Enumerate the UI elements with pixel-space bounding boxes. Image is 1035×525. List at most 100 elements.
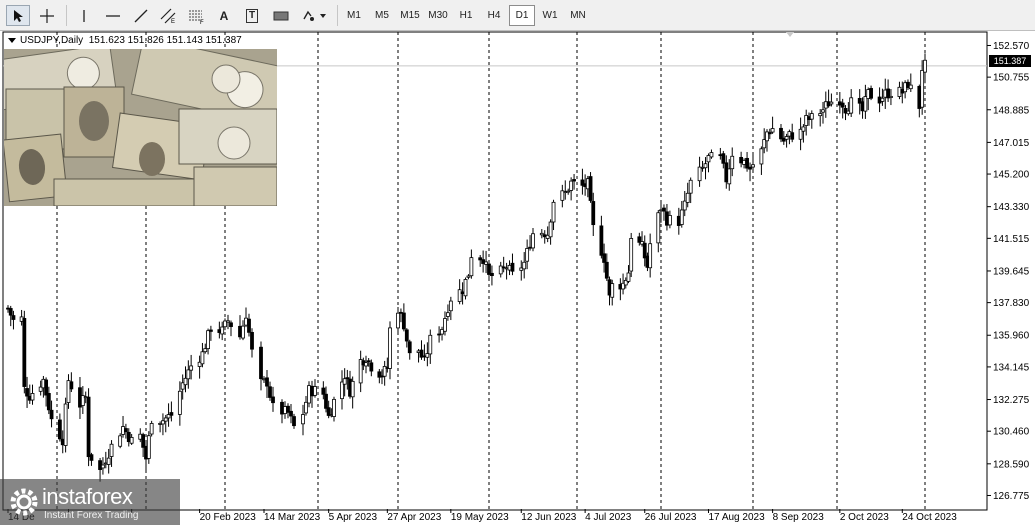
timeframe-d1-button[interactable]: D1 xyxy=(509,5,535,26)
text-button[interactable]: A xyxy=(213,5,235,26)
candle-body xyxy=(146,435,151,459)
equidistant-channel-icon: E xyxy=(160,8,176,24)
timeframe-m5-button[interactable]: M5 xyxy=(369,5,395,26)
candle-body xyxy=(304,401,308,414)
y-tick-label: 134.145 xyxy=(993,362,1030,373)
candle-body xyxy=(25,388,29,397)
candle-body xyxy=(292,416,296,427)
candle-body xyxy=(247,318,251,333)
candle-body xyxy=(101,464,105,469)
candle-body xyxy=(332,398,336,417)
candle-body xyxy=(522,261,527,270)
candle-body xyxy=(809,113,814,120)
candle-body xyxy=(566,190,571,193)
candle-body xyxy=(226,320,230,323)
candle-body xyxy=(709,152,714,158)
candle-body xyxy=(244,317,248,326)
candle-body xyxy=(22,318,27,387)
rectangle-button[interactable] xyxy=(268,5,294,26)
equidistant-channel-button[interactable]: E xyxy=(157,5,181,26)
timeframe-h4-button[interactable]: H4 xyxy=(481,5,507,26)
candle-body xyxy=(289,410,293,417)
candle-body xyxy=(682,200,687,211)
candle-body xyxy=(849,97,854,114)
ohlc-close: 151.387 xyxy=(205,35,242,46)
candle-body xyxy=(388,327,392,369)
candle-body xyxy=(770,128,775,133)
candle-body xyxy=(259,346,263,380)
crosshair-button[interactable] xyxy=(34,5,60,26)
candle-body xyxy=(469,257,474,277)
candle-body xyxy=(106,457,111,465)
timeframe-m1-button[interactable]: M1 xyxy=(341,5,367,26)
candle-body xyxy=(271,396,275,404)
cursor-button[interactable] xyxy=(6,5,30,26)
ohlc-low: 151.143 xyxy=(166,35,203,46)
horizontal-line-button[interactable] xyxy=(101,5,125,26)
candle-body xyxy=(718,154,723,157)
candle-body xyxy=(262,378,266,381)
candle-body xyxy=(487,263,491,275)
shapes-dropdown-button[interactable] xyxy=(299,5,331,26)
timeframe-m15-button[interactable]: M15 xyxy=(397,5,423,26)
timeframe-m30-button[interactable]: M30 xyxy=(425,5,451,26)
shapes-dropdown-icon xyxy=(303,10,326,21)
fibonacci-button[interactable]: F xyxy=(185,5,209,26)
text-label-button[interactable]: T xyxy=(241,5,263,26)
candle-body xyxy=(869,88,873,99)
candle-body xyxy=(124,428,128,433)
y-tick-label: 145.200 xyxy=(993,170,1030,181)
candle-body xyxy=(404,329,409,342)
candle-body xyxy=(203,348,208,353)
timeframe-h1-button[interactable]: H1 xyxy=(453,5,479,26)
candle-body xyxy=(679,209,684,225)
candle-body xyxy=(920,70,925,108)
vertical-line-button[interactable] xyxy=(72,5,96,26)
candle-body xyxy=(44,379,49,396)
collapse-triangle-icon[interactable] xyxy=(8,37,16,43)
svg-text:E: E xyxy=(171,19,175,24)
candle-body xyxy=(250,331,254,350)
candle-body xyxy=(129,437,134,444)
y-tick-label: 141.515 xyxy=(993,234,1030,245)
trendline-button[interactable] xyxy=(129,5,153,26)
candle-body xyxy=(183,377,188,386)
candle-body xyxy=(588,176,593,201)
candle-body xyxy=(350,380,355,398)
candle-body xyxy=(301,414,305,425)
ohlc-high: 151.826 xyxy=(127,35,164,46)
candle-body xyxy=(604,261,609,279)
text-label-icon: T xyxy=(245,8,259,23)
timeframe-w1-button[interactable]: W1 xyxy=(537,5,563,26)
x-tick-label: 4 Jul 2023 xyxy=(585,512,632,523)
candle-body xyxy=(200,351,205,365)
candle-body xyxy=(889,95,893,98)
candle-body xyxy=(668,215,672,226)
candle-body xyxy=(626,272,631,282)
candle-body xyxy=(407,341,412,354)
candle-body xyxy=(30,393,35,401)
candle-body xyxy=(241,325,245,339)
trendline-icon xyxy=(134,9,148,22)
gear-logo-icon xyxy=(10,488,38,516)
y-tick-label: 128.590 xyxy=(993,459,1030,470)
crosshair-icon xyxy=(40,8,54,23)
candle-body xyxy=(821,109,825,113)
candle-body xyxy=(659,209,663,212)
candle-body xyxy=(177,390,182,415)
candle-body xyxy=(11,315,16,320)
candle-body xyxy=(310,385,314,397)
candle-body xyxy=(49,409,54,420)
chart-area[interactable]: 126.775 128.590 130.460 132.275 134.145 135.9… xyxy=(0,31,1035,525)
y-tick-label: 147.015 xyxy=(993,138,1030,149)
timeframe-mn-button[interactable]: MN xyxy=(565,5,591,26)
candle-body xyxy=(706,155,711,163)
candle-body xyxy=(662,207,666,212)
candle-body xyxy=(326,407,331,416)
candle-body xyxy=(685,192,690,203)
y-tick-label: 137.830 xyxy=(993,298,1030,309)
candle-body xyxy=(703,163,708,169)
x-tick-label: 19 May 2023 xyxy=(451,512,509,523)
candle-body xyxy=(801,126,806,132)
x-tick-label: 12 Jun 2023 xyxy=(521,512,576,523)
